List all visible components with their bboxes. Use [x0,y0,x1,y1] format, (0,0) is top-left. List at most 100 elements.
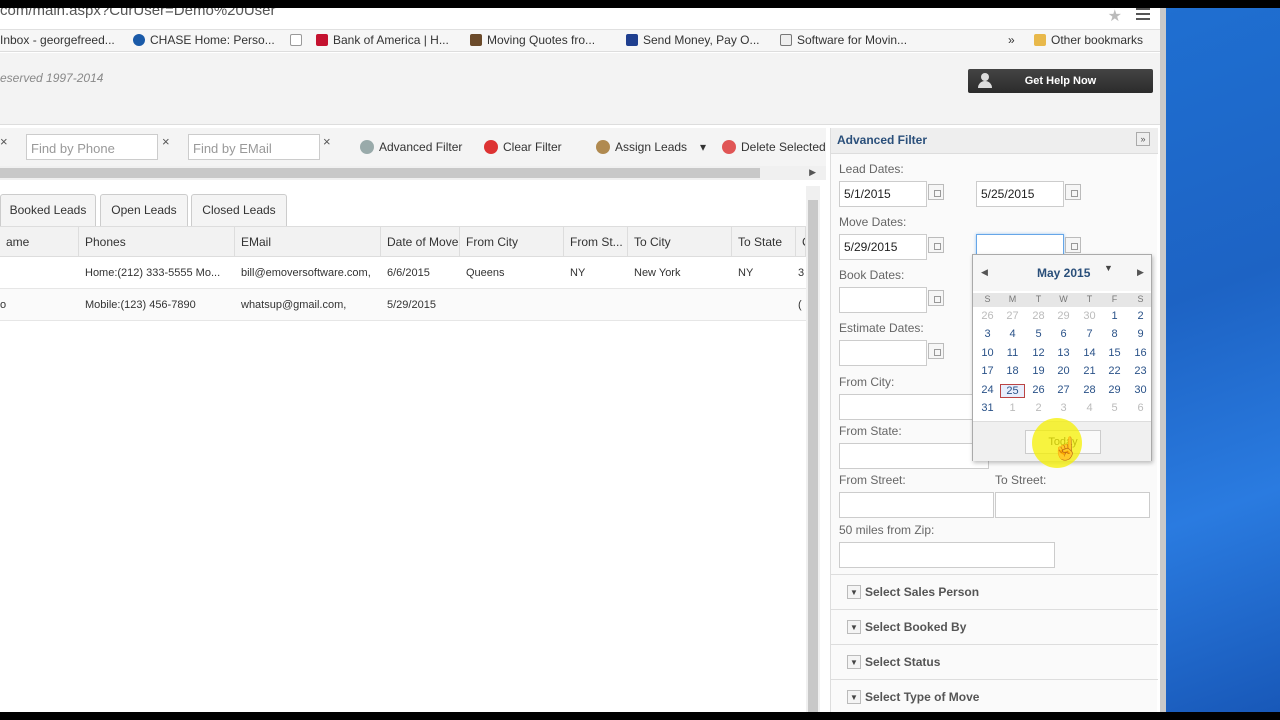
bookmark-item[interactable]: Bank of America | H... [316,33,449,47]
calendar-day[interactable]: 27 [1051,384,1076,396]
bookmark-item[interactable] [290,33,307,47]
calendar-day[interactable]: 10 [975,347,1000,359]
calendar-day[interactable]: 24 [975,384,1000,396]
calendar-day[interactable]: 31 [975,402,1000,414]
other-bookmarks[interactable]: Other bookmarks [1034,33,1143,47]
column-header[interactable]: From City [460,227,564,257]
calendar-day[interactable]: 30 [1077,310,1102,322]
calendar-day[interactable]: 14 [1077,347,1102,359]
bookmark-item[interactable]: Moving Quotes fro... [470,33,595,47]
scrollbar-thumb[interactable] [0,168,760,178]
calendar-day[interactable]: 21 [1077,365,1102,377]
get-help-now-button[interactable]: Get Help Now [968,69,1153,93]
calendar-day[interactable]: 3 [1051,402,1076,414]
to-street-input[interactable] [995,492,1150,518]
calendar-day[interactable]: 4 [1077,402,1102,414]
browser-menu-icon[interactable] [1136,8,1150,20]
calendar-day[interactable]: 29 [1051,310,1076,322]
calendar-day[interactable]: 15 [1102,347,1127,359]
calendar-day[interactable]: 6 [1051,328,1076,340]
column-header[interactable]: To City [628,227,732,257]
column-header[interactable]: C [796,227,806,257]
column-header[interactable]: From St... [564,227,628,257]
window-scrollbar[interactable] [1160,8,1166,712]
calendar-day[interactable]: 30 [1128,384,1153,396]
calendar-icon[interactable] [1065,237,1081,253]
calendar-day[interactable]: 28 [1077,384,1102,396]
calendar-day[interactable]: 22 [1102,365,1127,377]
clear-name-search-button[interactable]: × [0,134,8,149]
address-bar[interactable]: com/main.aspx?CurUser=Demo%20User ★ [0,8,1160,30]
table-row[interactable]: Home:(212) 333-5555 Mo... bill@emoversof… [0,257,806,289]
scroll-right-arrow-icon[interactable]: ▶ [809,167,816,178]
calendar-day[interactable]: 1 [1000,402,1025,414]
chevron-down-icon[interactable]: ▼ [847,620,861,634]
bookmark-item[interactable]: Send Money, Pay O... [626,33,760,47]
tab-booked-leads[interactable]: Booked Leads [0,194,96,226]
calendar-day[interactable]: 5 [1102,402,1127,414]
vertical-scrollbar[interactable] [806,186,820,712]
month-dropdown-icon[interactable]: ▼ [1104,263,1113,273]
calendar-day[interactable]: 8 [1102,328,1127,340]
bookmark-item[interactable]: Software for Movin... [780,33,907,47]
calendar-day[interactable]: 26 [975,310,1000,322]
delete-selected-button[interactable]: Delete Selected [722,140,826,154]
calendar-day[interactable]: 3 [975,328,1000,340]
calendar-day[interactable]: 16 [1128,347,1153,359]
calendar-icon[interactable] [928,343,944,359]
calendar-icon[interactable] [928,184,944,200]
lead-date-from-input[interactable]: 5/1/2015 [839,181,927,207]
calendar-day[interactable]: 20 [1051,365,1076,377]
calendar-day[interactable]: 19 [1026,365,1051,377]
calendar-day[interactable]: 13 [1051,347,1076,359]
zip-input[interactable] [839,542,1055,568]
calendar-day[interactable]: 23 [1128,365,1153,377]
calendar-day[interactable]: 26 [1026,384,1051,396]
select-type-of-move-section[interactable]: ▼ Select Type of Move [831,679,1158,712]
clear-filter-button[interactable]: Clear Filter [484,140,562,154]
column-header[interactable]: To State [732,227,796,257]
from-state-input[interactable] [839,443,989,469]
chevron-down-icon[interactable]: ▼ [847,585,861,599]
calendar-day[interactable]: 6 [1128,402,1153,414]
calendar-day[interactable]: 2 [1026,402,1051,414]
column-header[interactable]: Phones [79,227,235,257]
clear-email-search-button[interactable]: × [323,134,331,149]
assign-leads-dropdown[interactable]: ▾ [700,140,706,154]
scrollbar-thumb[interactable] [808,200,818,712]
select-sales-person-section[interactable]: ▼ Select Sales Person [831,574,1158,608]
collapse-panel-icon[interactable]: » [1136,132,1150,146]
calendar-day[interactable]: 12 [1026,347,1051,359]
move-date-from-input[interactable]: 5/29/2015 [839,234,927,260]
calendar-day[interactable]: 9 [1128,328,1153,340]
tab-closed-leads[interactable]: Closed Leads [191,194,287,226]
from-city-input[interactable] [839,394,989,420]
bookmarks-overflow-button[interactable]: » [1008,33,1015,47]
lead-date-to-input[interactable]: 5/25/2015 [976,181,1064,207]
bookmark-item[interactable]: Inbox - georgefreed... [0,33,115,47]
estimate-date-from-input[interactable] [839,340,927,366]
assign-leads-button[interactable]: Assign Leads [596,140,687,154]
calendar-icon[interactable] [928,237,944,253]
tab-open-leads[interactable]: Open Leads [100,194,188,226]
calendar-day[interactable]: 4 [1000,328,1025,340]
calendar-day[interactable]: 2 [1128,310,1153,322]
bookmark-star-icon[interactable]: ★ [1108,8,1122,26]
book-date-from-input[interactable] [839,287,927,313]
next-month-icon[interactable]: ▶ [1137,267,1144,278]
calendar-day[interactable]: 11 [1000,347,1025,359]
calendar-day[interactable]: 18 [1000,365,1025,377]
calendar-icon[interactable] [928,290,944,306]
phone-search-input[interactable]: Find by Phone [26,134,158,160]
chevron-down-icon[interactable]: ▼ [847,655,861,669]
email-search-input[interactable]: Find by EMail [188,134,320,160]
select-booked-by-section[interactable]: ▼ Select Booked By [831,609,1158,643]
calendar-day[interactable]: 27 [1000,310,1025,322]
column-header[interactable]: Date of Move [381,227,460,257]
advanced-filter-button[interactable]: Advanced Filter [360,140,462,154]
calendar-day[interactable]: 5 [1026,328,1051,340]
horizontal-scrollbar[interactable]: ▶ [0,166,826,180]
calendar-icon[interactable] [1065,184,1081,200]
table-row[interactable]: o Mobile:(123) 456-7890 whatsup@gmail.co… [0,289,806,321]
column-header[interactable]: ame [0,227,79,257]
